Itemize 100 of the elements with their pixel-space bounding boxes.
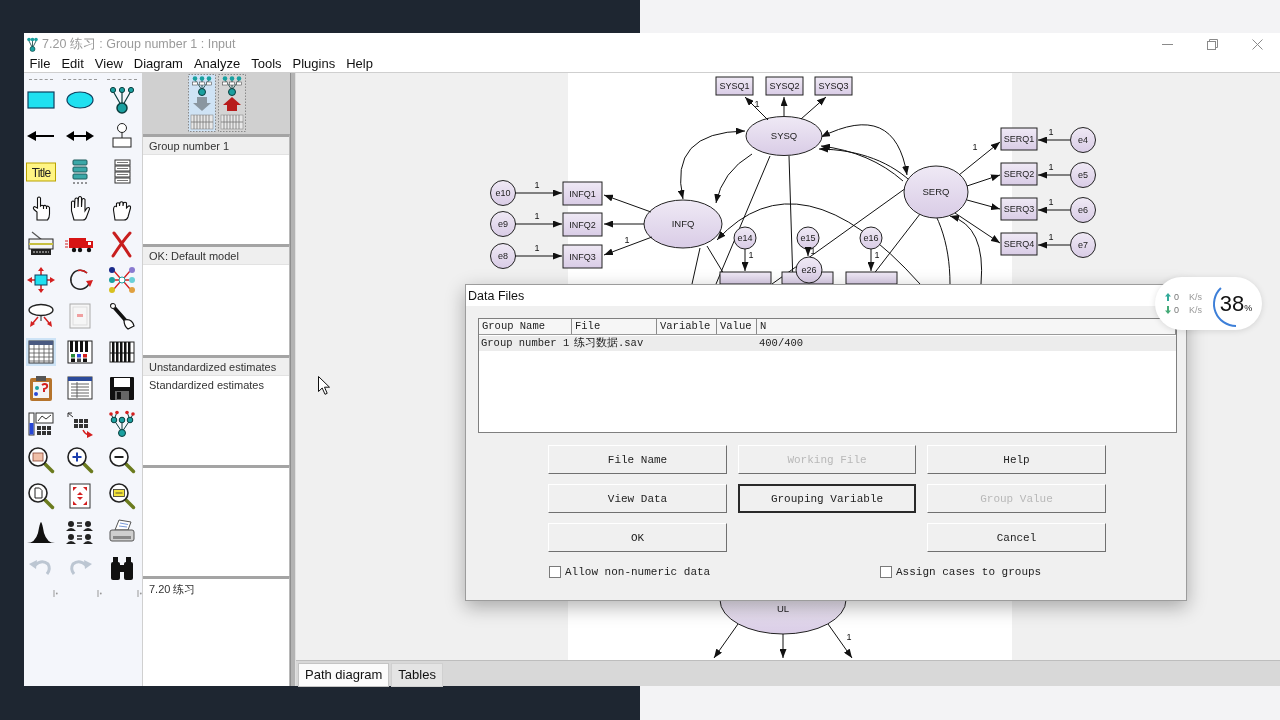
dialog-button[interactable]: File Name xyxy=(548,445,727,474)
path-arrow xyxy=(1037,241,1071,249)
path-arrow xyxy=(514,189,563,197)
dialog-button[interactable]: Cancel xyxy=(927,523,1106,552)
tab[interactable]: Tables xyxy=(391,663,443,687)
table-grid-icon[interactable] xyxy=(26,338,56,366)
zoom-out-icon[interactable] xyxy=(107,446,137,474)
speed-value: 0 xyxy=(1174,292,1179,302)
path-arrow xyxy=(779,633,787,659)
checkbox[interactable] xyxy=(880,566,892,578)
path-weight-label: 1 xyxy=(534,180,540,190)
checkbox-label[interactable]: Allow non-numeric data xyxy=(565,566,711,578)
error-circle: e7 xyxy=(1070,232,1096,258)
path-arrow xyxy=(1037,171,1071,179)
resize-arrows-icon[interactable] xyxy=(26,266,56,294)
error-circle: e9 xyxy=(490,211,516,237)
path-arrow xyxy=(603,194,652,213)
error-circle: e4 xyxy=(1070,127,1096,153)
path-arrow xyxy=(966,199,1001,210)
path-arrow xyxy=(1037,206,1071,214)
error-circle: e5 xyxy=(1070,162,1096,188)
thermometer-grid-icon[interactable] xyxy=(26,410,56,438)
menu-item[interactable]: Analyze xyxy=(188,55,246,72)
observed-variable-box: INFQ1 xyxy=(562,181,603,206)
save-icon[interactable] xyxy=(107,374,137,402)
menu-item[interactable]: Edit xyxy=(55,55,90,72)
connector-line xyxy=(691,247,701,285)
error-circle: e6 xyxy=(1070,197,1096,223)
menu-item[interactable]: Plugins xyxy=(287,55,341,72)
path-weight-label: 1 xyxy=(1048,197,1054,207)
table-cell-text: 练习数据.sav xyxy=(573,336,645,351)
list-item[interactable]: OK: Default model xyxy=(143,247,289,266)
node-network-icon[interactable] xyxy=(107,266,137,294)
wand-icon[interactable] xyxy=(107,302,137,330)
upload-arrow-icon xyxy=(1165,293,1171,301)
path-weight-label: 1 xyxy=(1048,127,1054,137)
piano-keys-icon[interactable] xyxy=(107,338,137,366)
column-header[interactable]: Value xyxy=(717,319,757,334)
drag-items-icon[interactable] xyxy=(65,410,95,438)
ellipse-arrows-icon[interactable] xyxy=(26,302,56,330)
path-arrow xyxy=(603,220,645,228)
zoom-page-icon[interactable] xyxy=(26,482,56,510)
dialog-button[interactable]: View Data xyxy=(548,484,727,513)
path-weight-label: 1 xyxy=(534,243,540,253)
node-tree-icon[interactable] xyxy=(107,86,137,114)
list-item[interactable]: 7.20 练习 xyxy=(143,578,289,600)
dialog-button[interactable]: Grouping Variable xyxy=(738,484,916,513)
column-header[interactable]: File xyxy=(572,319,657,334)
table-window-icon[interactable] xyxy=(65,374,95,402)
menu-item[interactable]: View xyxy=(89,55,129,72)
tab[interactable]: Path diagram xyxy=(298,663,390,687)
variable-box xyxy=(845,271,898,285)
error-circle: e14 xyxy=(733,226,757,250)
latent-variable-ellipse: SERQ xyxy=(903,165,969,219)
path-arrow xyxy=(744,96,769,121)
table-cell-text: 400/400 xyxy=(758,336,805,351)
zoom-in-icon[interactable] xyxy=(65,446,95,474)
dialog-button[interactable]: OK xyxy=(548,523,727,552)
list-item[interactable]: Group number 1 xyxy=(143,137,289,155)
list-item[interactable]: Standardized estimates xyxy=(143,375,289,394)
path-arrow xyxy=(514,220,563,228)
menu-item[interactable]: Diagram xyxy=(128,55,189,72)
checkbox[interactable] xyxy=(549,566,561,578)
keyboard-grid-icon[interactable] xyxy=(65,338,95,366)
column-header[interactable]: Variable xyxy=(657,319,717,334)
observed-variable-box: SERQ4 xyxy=(1000,232,1038,256)
path-weight-label: 1 xyxy=(1048,162,1054,172)
observed-variable-box: SYSQ3 xyxy=(814,76,853,96)
copier-icon[interactable] xyxy=(26,230,56,258)
zoom-screen-icon[interactable] xyxy=(107,482,137,510)
people-equals-icon[interactable] xyxy=(65,518,95,546)
list-item[interactable]: Unstandardized estimates xyxy=(143,357,289,376)
menu-item[interactable]: Help xyxy=(340,55,379,72)
latent-variable-ellipse: INFQ xyxy=(643,199,723,249)
observed-variable-box: SERQ1 xyxy=(1000,127,1038,151)
error-circle: e8 xyxy=(490,243,516,269)
path-arrow xyxy=(800,96,827,120)
path-arrow xyxy=(1037,136,1071,144)
branching-tree-icon[interactable] xyxy=(107,410,137,438)
observed-variable-box: INFQ3 xyxy=(562,244,603,269)
error-circle: e16 xyxy=(859,226,883,250)
menu-item[interactable]: File xyxy=(24,55,56,72)
path-weight-label: 1 xyxy=(624,235,630,245)
path-weight-label: 1 xyxy=(754,99,760,109)
checkbox-label[interactable]: Assign cases to groups xyxy=(896,566,1042,578)
observed-variable-box: SERQ3 xyxy=(1000,197,1038,221)
table-cell-text: Group number 1 xyxy=(480,336,571,351)
speed-unit: K/s xyxy=(1189,292,1203,302)
menu-item[interactable]: Tools xyxy=(245,55,288,72)
zoom-picture-icon[interactable] xyxy=(26,446,56,474)
dialog-button[interactable]: Help xyxy=(927,445,1106,474)
observed-variable-box: SERQ2 xyxy=(1000,162,1038,186)
close-icon[interactable] xyxy=(1252,38,1263,50)
speed-value: 0 xyxy=(1174,305,1179,315)
dialog-title: Data Files xyxy=(468,288,525,303)
table-row[interactable]: Group number 1 练习数据.sav 400/400 xyxy=(479,336,1176,351)
mouse-cursor-icon xyxy=(318,376,330,395)
column-header[interactable]: Group Name xyxy=(479,319,572,334)
restore-icon[interactable] xyxy=(1207,38,1218,50)
path-weight-label: 1 xyxy=(1048,232,1054,242)
